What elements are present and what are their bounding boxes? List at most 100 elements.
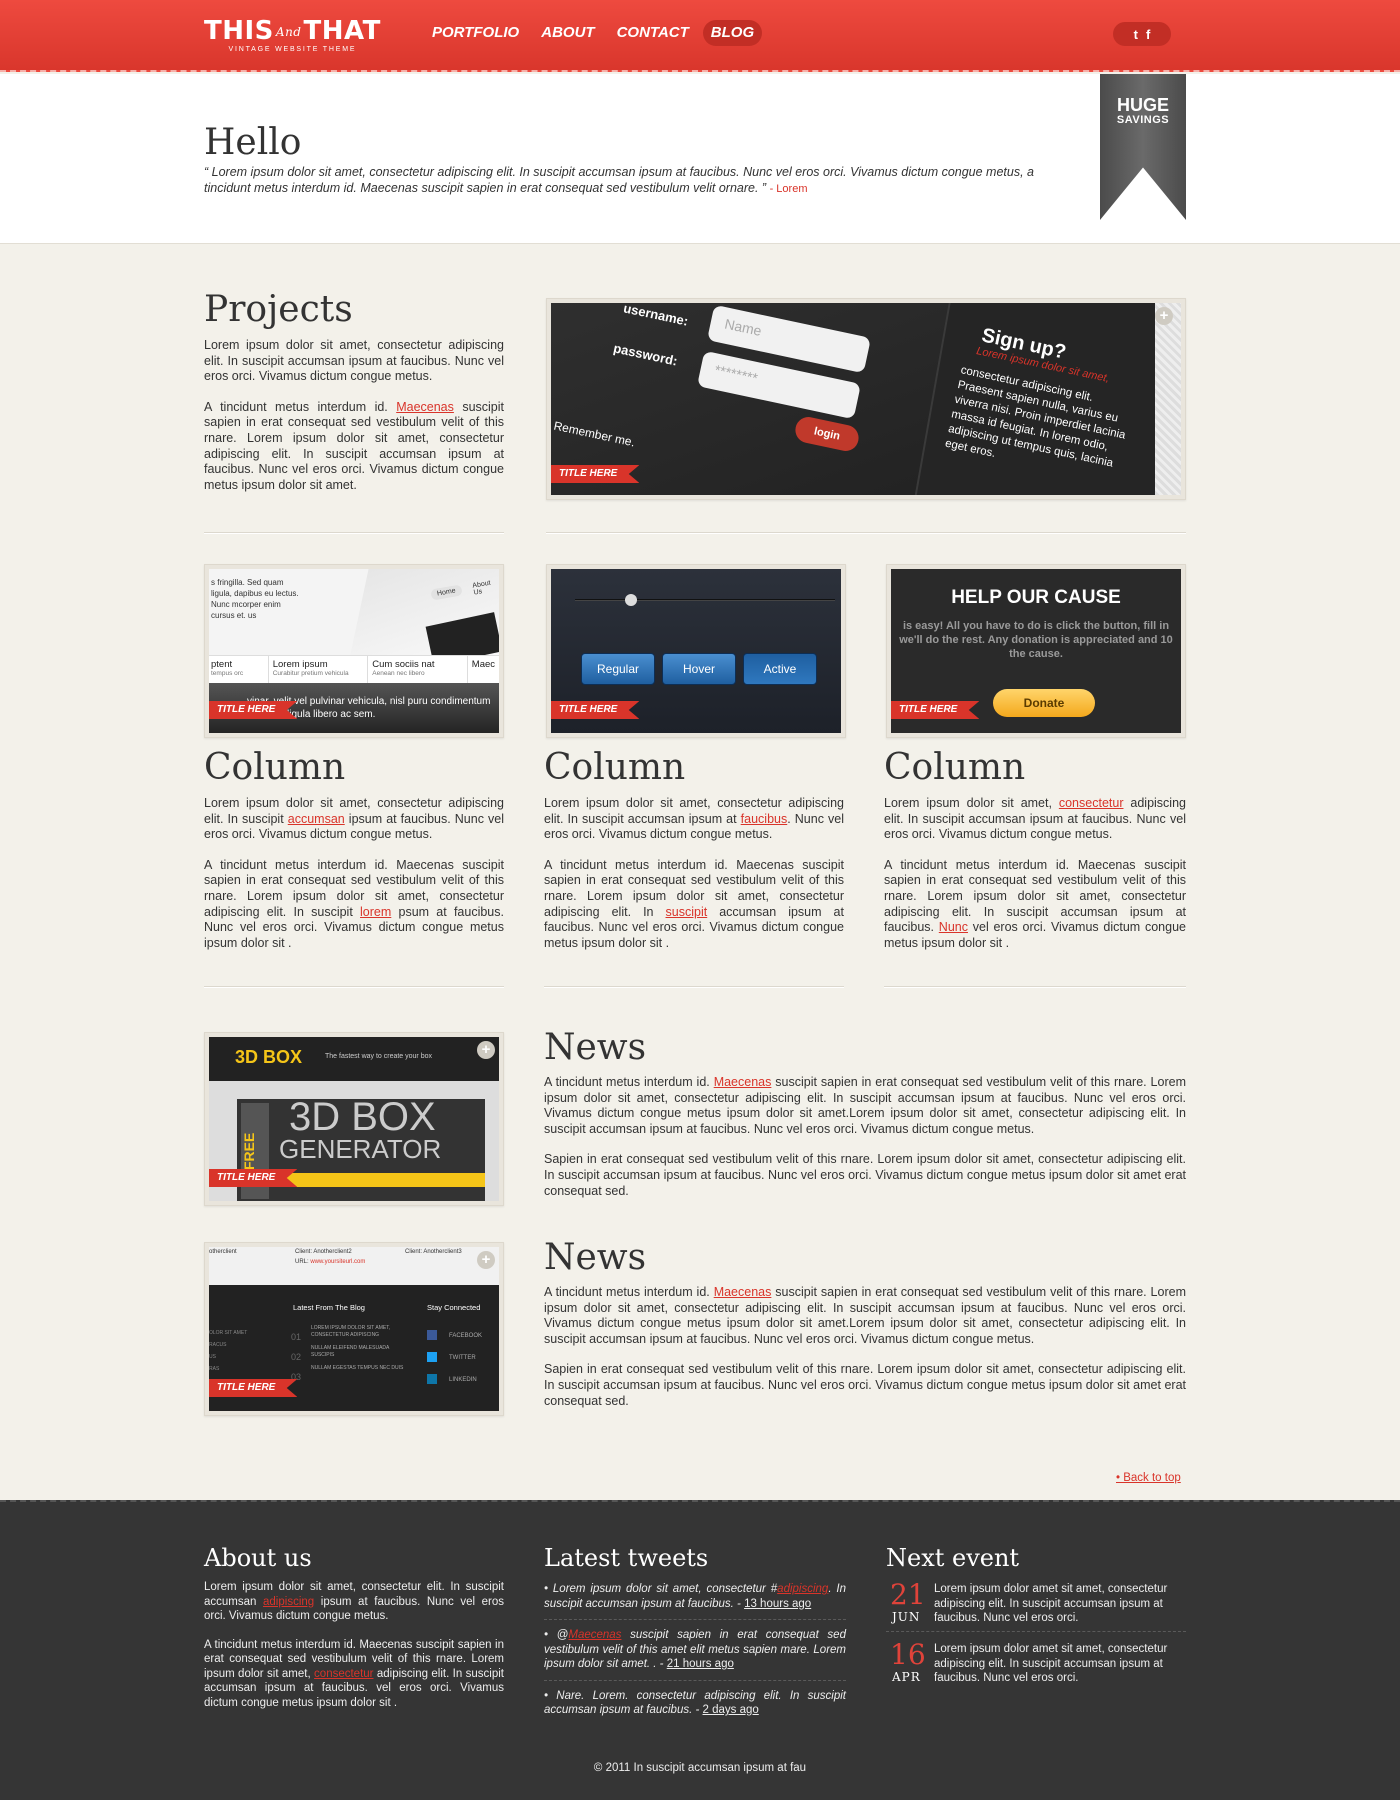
preview-table: ptent tempus orc Lorem ipsum Curabitur pre… [209, 655, 499, 683]
tweet-time-link[interactable]: 13 hours ago [744, 1598, 811, 1610]
url-label: URL: [295, 1259, 309, 1265]
events-list: 21 JUN Lorem ipsum dolor amet sit amet, … [886, 1580, 1186, 1700]
logo-tagline: VINTAGE WEBSITE THEME [228, 45, 357, 53]
projects-paragraph-1: Lorem ipsum dolor sit amet, consectetur … [204, 338, 504, 384]
post-number: 01 [291, 1332, 302, 1342]
logo-wordmark: THIS AndTHAT [204, 18, 381, 45]
ribbon-line-2: SAVINGS [1116, 114, 1170, 126]
inline-link[interactable]: adipiscing [263, 1596, 314, 1608]
divider [544, 986, 844, 988]
news-2-image-frame[interactable]: otherclient Client: Anotherclient2 Clien… [204, 1242, 504, 1416]
donate-preview: HELP OUR CAUSE is easy! All you have to … [891, 569, 1181, 733]
post-number: 03 [291, 1372, 302, 1382]
cell-sub: Curabitur pretium vehicula [272, 670, 349, 677]
hero-quote: “ Lorem ipsum dolor sit amet, consectetu… [204, 164, 1084, 197]
divider [204, 532, 504, 534]
facebook-icon[interactable]: f [1146, 27, 1150, 42]
column-2-text: Lorem ipsum dolor sit amet, consectetur … [544, 796, 844, 951]
news-paragraph: A tincidunt metus interdum id. Maecenas … [544, 1285, 1186, 1347]
about-paragraph: Lorem ipsum dolor sit amet, consectetur … [204, 1580, 504, 1624]
news-paragraph: A tincidunt metus interdum id. Maecenas … [544, 1075, 1186, 1137]
hashtag-link[interactable]: adipiscing [777, 1583, 828, 1595]
cell-sub: tempus orc [211, 670, 244, 677]
about-title: About us [204, 1544, 312, 1572]
social-links: t f [1113, 22, 1171, 46]
inline-link[interactable]: suscipit [666, 905, 708, 919]
url-value: www.yoursiteurl.com [310, 1259, 366, 1265]
text-span: A tincidunt metus interdum id. [544, 1285, 714, 1299]
tweet-time-link[interactable]: 2 days ago [703, 1704, 759, 1716]
news-paragraph: Sapien in erat consequat sed vestibulum … [544, 1152, 1186, 1198]
divider [546, 532, 1186, 534]
column-1-title: Column [204, 747, 346, 788]
slider-track [575, 599, 835, 601]
news-1-text: A tincidunt metus interdum id. Maecenas … [544, 1075, 1186, 1199]
3d-box-logo: 3D BOX [235, 1047, 303, 1067]
preview-text: s fringilla. Sed quam ligula, dapibus eu… [211, 578, 299, 620]
left-list: OLOR SIT AMET RACUS US RAS [209, 1327, 247, 1375]
plus-icon[interactable]: + [1155, 307, 1173, 325]
column-paragraph: Lorem ipsum dolor sit amet, consectetur … [884, 796, 1186, 843]
divider [884, 986, 1186, 988]
title-tag: TITLE HERE [551, 701, 640, 719]
event-item[interactable]: 16 APR Lorem ipsum dolor amet sit amet, … [886, 1640, 1186, 1692]
tweet-item: • Nare. Lorem. consectetur adipiscing el… [544, 1689, 846, 1726]
inline-link[interactable]: consectetur [1059, 796, 1124, 810]
plus-icon[interactable]: + [477, 1041, 495, 1059]
column-2-image-frame[interactable]: Regular Hover Active TITLE HERE [546, 564, 846, 738]
list-item: OLOR SIT AMET [209, 1330, 248, 1336]
inline-link[interactable]: accumsan [288, 812, 345, 826]
text-span: • @ [544, 1629, 569, 1641]
social-label: FACEBOOK [449, 1333, 483, 1339]
hero-title: Hello [204, 122, 302, 163]
tweet-time-link[interactable]: 21 hours ago [667, 1658, 734, 1670]
news-1-image-frame[interactable]: 3D BOX The fastest way to create your bo… [204, 1032, 504, 1206]
post-title: NULLAM EGESTAS TEMPUS NEC DUIS [311, 1365, 404, 1371]
website-preview: s fringilla. Sed quam ligula, dapibus eu… [209, 569, 499, 733]
event-item[interactable]: 21 JUN Lorem ipsum dolor amet sit amet, … [886, 1580, 1186, 1632]
event-day: 21 [890, 1578, 926, 1611]
signup-form-preview: username: password: Name ******** login … [551, 303, 1181, 495]
preview-cell: Cum sociis nat Aenean nec libero [368, 656, 468, 683]
slider-knob [625, 594, 637, 606]
inline-link[interactable]: Nunc [939, 920, 968, 934]
back-to-top-link[interactable]: • Back to top [1116, 1472, 1181, 1484]
site-logo[interactable]: THIS AndTHAT VINTAGE WEBSITE THEME [204, 18, 381, 53]
nav-about[interactable]: ABOUT [533, 20, 602, 46]
inline-link[interactable]: lorem [360, 905, 391, 919]
cell-title: Maec [471, 659, 496, 670]
inline-link[interactable]: Maecenas [714, 1285, 772, 1299]
twitter-icon[interactable]: t [1134, 27, 1138, 42]
column-1-image-frame[interactable]: s fringilla. Sed quam ligula, dapibus eu… [204, 564, 504, 738]
inline-link[interactable]: Maecenas [714, 1075, 772, 1089]
about-text: Lorem ipsum dolor sit amet, consectetur … [204, 1580, 504, 1710]
nav-contact[interactable]: CONTACT [609, 20, 697, 46]
hover-button: Hover [662, 653, 736, 685]
title-tag: TITLE HERE [891, 701, 980, 719]
site-footer: About us Lorem ipsum dolor sit amet, con… [0, 1500, 1400, 1800]
social-list: FACEBOOK TWITTER LINKEDIN [427, 1325, 482, 1391]
inline-link[interactable]: faucibus [741, 812, 788, 826]
column-2-title: Column [544, 747, 686, 788]
hero-section: Hello “ Lorem ipsum dolor sit amet, cons… [0, 74, 1400, 244]
logo-word-and: And [275, 24, 302, 39]
project-image-frame[interactable]: username: password: Name ******** login … [546, 298, 1186, 500]
mention-link[interactable]: Maecenas [568, 1629, 621, 1641]
help-cause-heading: HELP OUR CAUSE [951, 587, 1121, 608]
plus-icon[interactable]: + [477, 1251, 495, 1269]
main-nav: PORTFOLIO ABOUT CONTACT BLOG [424, 20, 763, 46]
preview-cell: Lorem ipsum Curabitur pretium vehicula [269, 656, 369, 683]
post-title: LOREM IPSUM DOLOR SIT AMET, CONSECTETUR … [311, 1325, 391, 1338]
nav-portfolio[interactable]: PORTFOLIO [424, 20, 527, 46]
inline-link[interactable]: Maecenas [396, 400, 454, 414]
regular-button: Regular [581, 653, 655, 685]
column-3-image-frame[interactable]: HELP OUR CAUSE is easy! All you have to … [886, 564, 1186, 738]
preview-cell: ptent tempus orc [209, 656, 269, 683]
tweet-item: • @Maecenas suscipit sapien in erat cons… [544, 1628, 846, 1681]
column-paragraph: A tincidunt metus interdum id. Maecenas … [544, 858, 844, 952]
social-label: TWITTER [449, 1355, 476, 1361]
nav-blog[interactable]: BLOG [702, 20, 763, 46]
list-item: US [209, 1354, 216, 1360]
inline-link[interactable]: consectetur [314, 1668, 373, 1680]
quote-text: “ Lorem ipsum dolor sit amet, consectetu… [204, 165, 1034, 195]
